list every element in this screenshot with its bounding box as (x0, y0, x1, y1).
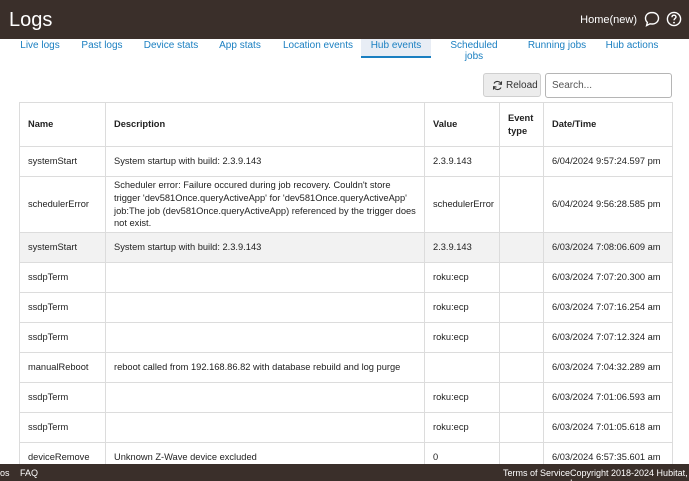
cell-datetime: 6/03/2024 7:08:06.609 am (543, 232, 673, 263)
cell-datetime: 6/04/2024 9:56:28.585 pm (543, 176, 673, 233)
location-selector[interactable]: Home(new) (580, 14, 637, 26)
cell-event-type (499, 352, 544, 383)
cell-value: roku:ecp (424, 412, 500, 443)
cell-name: ssdpTerm (19, 382, 106, 413)
cell-datetime: 6/03/2024 7:07:16.254 am (543, 292, 673, 323)
cell-value (424, 352, 500, 383)
tab-past-logs[interactable]: Past logs (76, 39, 128, 58)
cell-description (105, 412, 425, 443)
cell-description (105, 262, 425, 293)
cell-description: System startup with build: 2.3.9.143 (105, 232, 425, 263)
tab-scheduled-jobs[interactable]: Scheduled jobs (440, 39, 508, 62)
footer-copyright: Copyright 2018-2024 Hubitat, Inc. (570, 468, 688, 481)
cell-name: ssdpTerm (19, 292, 106, 323)
cell-datetime: 6/03/2024 7:07:12.324 am (543, 322, 673, 353)
cell-datetime: 6/03/2024 7:01:06.593 am (543, 382, 673, 413)
table-row[interactable]: ssdpTerm roku:ecp 6/03/2024 7:07:20.300 … (19, 262, 673, 293)
cell-name: ssdpTerm (19, 322, 106, 353)
tab-hub-events[interactable]: Hub events (361, 39, 431, 58)
tab-live-logs[interactable]: Live logs (14, 39, 66, 58)
cell-name: ssdpTerm (19, 262, 106, 293)
reload-label: Reload (506, 80, 538, 91)
cell-datetime: 6/04/2024 9:57:24.597 pm (543, 146, 673, 177)
footer-link-terms[interactable]: Terms of Service (503, 468, 570, 478)
tab-app-stats[interactable]: App stats (214, 39, 266, 58)
cell-name: systemStart (19, 232, 106, 263)
cell-description (105, 322, 425, 353)
table-row[interactable]: ssdpTerm roku:ecp 6/03/2024 7:01:06.593 … (19, 382, 673, 413)
footer-link-partial[interactable]: os (0, 468, 10, 478)
table-row[interactable]: schedulerError Scheduler error: Failure … (19, 176, 673, 233)
tab-device-stats[interactable]: Device stats (140, 39, 202, 58)
column-header-name[interactable]: Name (19, 102, 106, 147)
cell-value: 2.3.9.143 (424, 146, 500, 177)
cell-value: 2.3.9.143 (424, 232, 500, 263)
tab-hub-actions[interactable]: Hub actions (603, 39, 661, 58)
cell-value: roku:ecp (424, 322, 500, 353)
log-tabs: Live logs Past logs Device stats App sta… (0, 39, 689, 62)
tab-location-events[interactable]: Location events (279, 39, 357, 58)
refresh-icon (492, 80, 503, 91)
cell-value: roku:ecp (424, 262, 500, 293)
table-row[interactable]: systemStart System startup with build: 2… (19, 146, 673, 177)
cell-event-type (499, 262, 544, 293)
top-bar: Logs Home(new) (0, 0, 689, 39)
table-row[interactable]: manualReboot reboot called from 192.168.… (19, 352, 673, 383)
cell-event-type (499, 412, 544, 443)
help-circle-icon[interactable] (666, 11, 682, 27)
page-title: Logs (9, 9, 53, 31)
table-row[interactable]: systemStart System startup with build: 2… (19, 232, 673, 263)
cell-name: manualReboot (19, 352, 106, 383)
cell-name: ssdpTerm (19, 412, 106, 443)
table-row[interactable]: ssdpTerm roku:ecp 6/03/2024 7:07:16.254 … (19, 292, 673, 323)
column-header-description[interactable]: Description (105, 102, 425, 147)
table-row[interactable]: ssdpTerm roku:ecp 6/03/2024 7:01:05.618 … (19, 412, 673, 443)
cell-event-type (499, 292, 544, 323)
reload-button[interactable]: Reload (483, 73, 541, 97)
column-header-value[interactable]: Value (424, 102, 500, 147)
cell-description: reboot called from 192.168.86.82 with da… (105, 352, 425, 383)
cell-event-type (499, 176, 544, 233)
footer-link-faq[interactable]: FAQ (20, 468, 38, 478)
cell-datetime: 6/03/2024 7:04:32.289 am (543, 352, 673, 383)
cell-value: roku:ecp (424, 292, 500, 323)
column-header-event-type[interactable]: Event type (499, 102, 544, 147)
footer-bar: os FAQ Terms of Service Copyright 2018-2… (0, 464, 689, 481)
cell-value: schedulerError (424, 176, 500, 233)
cell-event-type (499, 146, 544, 177)
column-header-datetime[interactable]: Date/Time (543, 102, 673, 147)
cell-event-type (499, 382, 544, 413)
cell-datetime: 6/03/2024 7:01:05.618 am (543, 412, 673, 443)
cell-event-type (499, 232, 544, 263)
cell-value: roku:ecp (424, 382, 500, 413)
cell-description (105, 382, 425, 413)
tab-running-jobs[interactable]: Running jobs (526, 39, 588, 58)
chat-bubble-icon[interactable] (644, 11, 660, 27)
cell-description: System startup with build: 2.3.9.143 (105, 146, 425, 177)
search-input[interactable] (545, 73, 672, 98)
cell-name: systemStart (19, 146, 106, 177)
cell-description (105, 292, 425, 323)
cell-datetime: 6/03/2024 7:07:20.300 am (543, 262, 673, 293)
cell-description: Scheduler error: Failure occured during … (105, 176, 425, 233)
cell-name: schedulerError (19, 176, 106, 233)
hub-events-table: Name Description Value Event type Date/T… (19, 102, 673, 473)
table-header-row: Name Description Value Event type Date/T… (19, 102, 673, 147)
table-row[interactable]: ssdpTerm roku:ecp 6/03/2024 7:07:12.324 … (19, 322, 673, 353)
cell-event-type (499, 322, 544, 353)
